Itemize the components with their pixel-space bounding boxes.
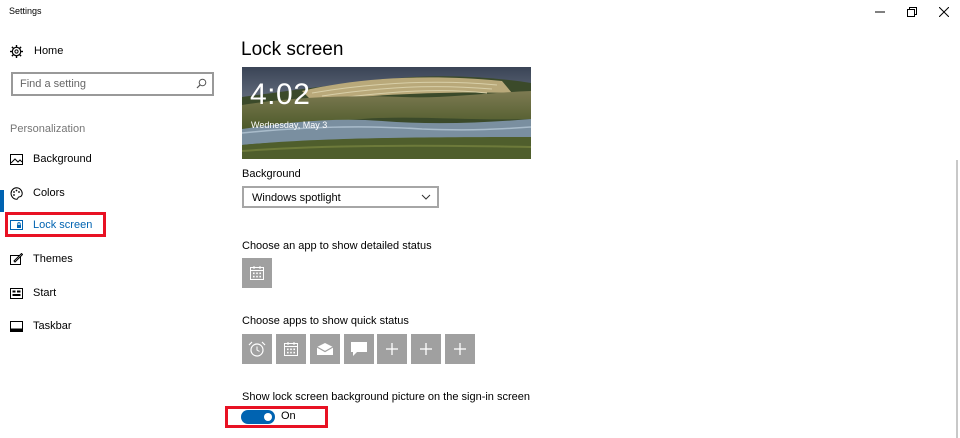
quick-status-app-mail[interactable] bbox=[310, 334, 340, 364]
search-input[interactable] bbox=[13, 74, 183, 94]
quick-status-add-button-2[interactable] bbox=[411, 334, 441, 364]
restore-button[interactable] bbox=[897, 0, 927, 24]
gear-icon bbox=[10, 44, 23, 58]
title-bar: Settings bbox=[0, 0, 960, 24]
palette-icon bbox=[10, 186, 23, 200]
lock-screen-preview: 4:02 Wednesday, May 3 bbox=[242, 67, 531, 159]
taskbar-icon bbox=[10, 320, 23, 333]
sidebar-item-label: Colors bbox=[33, 187, 65, 199]
toggle-knob bbox=[264, 413, 272, 421]
chevron-down-icon bbox=[421, 194, 431, 200]
plus-icon bbox=[386, 343, 398, 355]
restore-icon bbox=[907, 7, 917, 17]
picture-icon bbox=[10, 153, 23, 166]
detailed-status-app-button[interactable] bbox=[242, 258, 272, 288]
active-indicator bbox=[0, 190, 4, 212]
quick-status-label: Choose apps to show quick status bbox=[242, 315, 409, 327]
minimize-button[interactable] bbox=[865, 0, 895, 24]
quick-status-add-button-1[interactable] bbox=[377, 334, 407, 364]
background-dropdown[interactable]: Windows spotlight bbox=[242, 186, 439, 208]
calendar-icon bbox=[250, 266, 264, 280]
toggle-state-label: On bbox=[281, 410, 296, 422]
sidebar: Home Personalization Background Colors L… bbox=[0, 24, 225, 438]
close-button[interactable] bbox=[929, 0, 959, 24]
signin-background-label: Show lock screen background picture on t… bbox=[242, 391, 530, 403]
plus-icon bbox=[420, 343, 432, 355]
sidebar-item-colors[interactable]: Colors bbox=[10, 184, 65, 202]
search-box[interactable] bbox=[11, 72, 214, 96]
lock-screen-icon bbox=[10, 219, 23, 232]
sidebar-item-label: Taskbar bbox=[33, 320, 72, 332]
sidebar-item-label: Start bbox=[33, 287, 57, 299]
sidebar-item-background[interactable]: Background bbox=[10, 150, 92, 168]
quick-status-app-messaging[interactable] bbox=[344, 334, 374, 364]
background-label: Background bbox=[242, 168, 301, 180]
home-link[interactable]: Home bbox=[10, 43, 63, 59]
alarm-clock-icon bbox=[248, 341, 266, 357]
quick-status-app-alarms[interactable] bbox=[242, 334, 272, 364]
window-title: Settings bbox=[9, 6, 42, 16]
sidebar-item-label: Lock screen bbox=[33, 219, 93, 231]
home-label: Home bbox=[34, 45, 64, 57]
background-dropdown-value: Windows spotlight bbox=[252, 192, 341, 204]
calendar-icon bbox=[284, 342, 298, 356]
signin-background-toggle[interactable] bbox=[241, 410, 275, 424]
minimize-icon bbox=[875, 11, 885, 13]
preview-time: 4:02 bbox=[250, 78, 311, 111]
section-label-personalization: Personalization bbox=[10, 123, 86, 135]
quick-status-add-button-3[interactable] bbox=[445, 334, 475, 364]
sidebar-item-label: Background bbox=[33, 153, 92, 165]
preview-date: Wednesday, May 3 bbox=[251, 120, 328, 130]
detailed-status-label: Choose an app to show detailed status bbox=[242, 240, 432, 252]
quick-status-app-calendar[interactable] bbox=[276, 334, 306, 364]
sidebar-item-taskbar[interactable]: Taskbar bbox=[10, 317, 72, 335]
sidebar-item-themes[interactable]: Themes bbox=[10, 250, 73, 268]
sidebar-item-lock-screen[interactable]: Lock screen bbox=[10, 216, 92, 234]
sidebar-item-start[interactable]: Start bbox=[10, 284, 56, 302]
sidebar-item-label: Themes bbox=[33, 253, 73, 265]
message-icon bbox=[351, 342, 367, 356]
plus-icon bbox=[454, 343, 466, 355]
page-title: Lock screen bbox=[241, 39, 344, 60]
mail-icon bbox=[316, 343, 334, 355]
start-icon bbox=[10, 287, 23, 300]
search-icon bbox=[196, 78, 207, 89]
scrollbar[interactable] bbox=[956, 160, 958, 438]
themes-icon bbox=[10, 253, 23, 266]
close-icon bbox=[939, 7, 949, 17]
